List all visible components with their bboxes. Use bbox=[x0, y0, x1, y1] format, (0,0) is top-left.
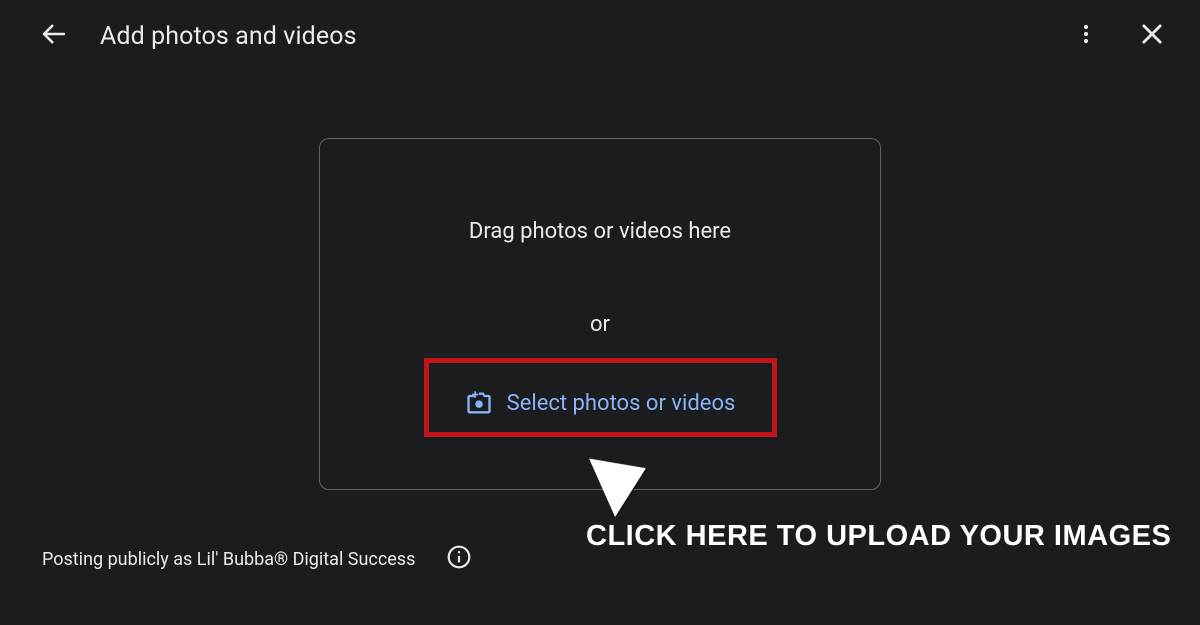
select-photos-button[interactable]: Select photos or videos bbox=[449, 381, 752, 425]
more-vertical-icon bbox=[1074, 22, 1098, 50]
upload-dropzone[interactable]: Drag photos or videos here or Select pho… bbox=[319, 138, 881, 490]
more-options-button[interactable] bbox=[1062, 12, 1110, 60]
drag-prompt-text: Drag photos or videos here bbox=[469, 219, 731, 244]
info-icon bbox=[446, 544, 472, 574]
modal-title: Add photos and videos bbox=[100, 22, 357, 51]
close-icon bbox=[1138, 20, 1166, 52]
close-button[interactable] bbox=[1128, 12, 1176, 60]
back-button[interactable] bbox=[30, 12, 78, 60]
posting-as-text: Posting publicly as Lil' Bubba® Digital … bbox=[42, 549, 415, 570]
modal-header: Add photos and videos bbox=[0, 0, 1200, 72]
camera-add-icon bbox=[465, 389, 493, 417]
arrow-left-icon bbox=[40, 20, 68, 52]
footer: Posting publicly as Lil' Bubba® Digital … bbox=[42, 539, 479, 579]
select-photos-label: Select photos or videos bbox=[507, 391, 736, 416]
info-button[interactable] bbox=[439, 539, 479, 579]
or-separator: or bbox=[590, 312, 610, 337]
annotation-label: Click here to upload your images bbox=[586, 520, 1171, 553]
